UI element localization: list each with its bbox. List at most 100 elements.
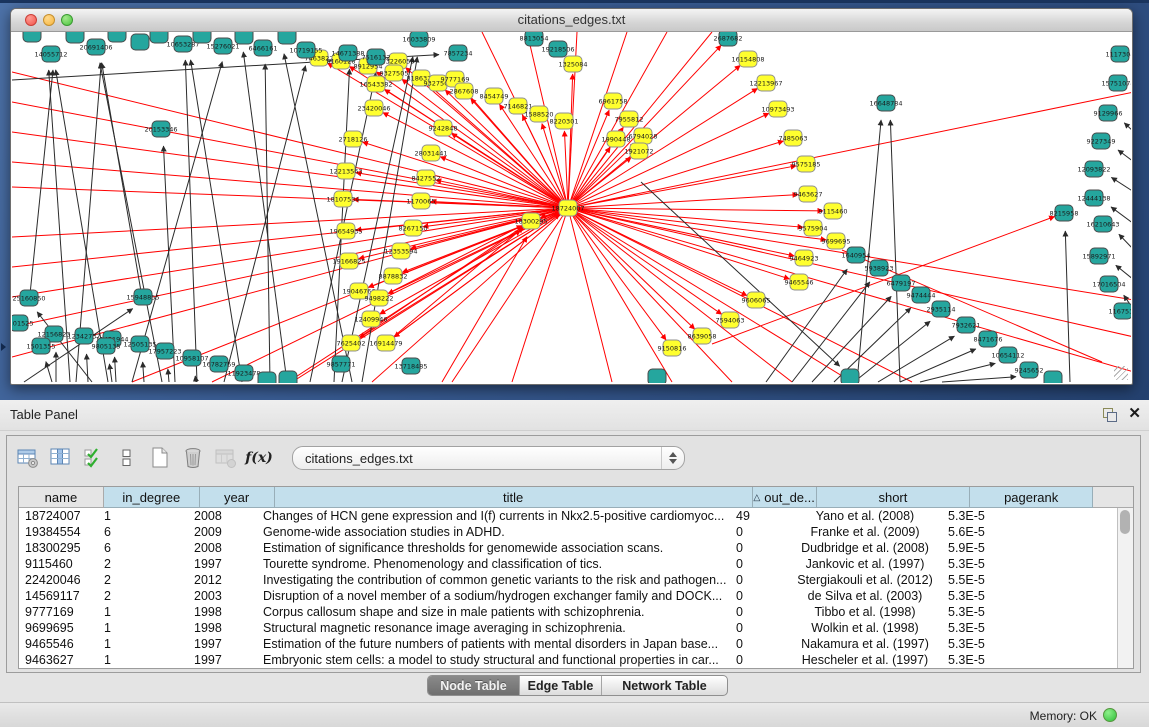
select-column-icon[interactable]: [48, 445, 74, 471]
tab-edge-table[interactable]: Edge Table: [520, 676, 602, 695]
graph-node[interactable]: 9575904: [799, 220, 828, 236]
table-settings-icon[interactable]: [15, 445, 41, 471]
table-row[interactable]: 977716911998Corpus callosum shape and si…: [19, 604, 1133, 620]
graph-node[interactable]: 9227349: [1087, 133, 1116, 149]
graph-node[interactable]: 10654112: [991, 347, 1024, 363]
graph-node[interactable]: 1167533: [1109, 303, 1131, 319]
delete-trash-icon[interactable]: [180, 445, 206, 471]
graph-node[interactable]: [193, 32, 211, 43]
graph-node[interactable]: [23, 32, 41, 42]
table-row[interactable]: 1938455462009Genome-wide association stu…: [19, 524, 1133, 540]
window-titlebar[interactable]: citations_edges.txt: [11, 9, 1132, 32]
graph-node[interactable]: 5101525: [12, 315, 33, 331]
graph-node[interactable]: [841, 369, 859, 383]
graph-node[interactable]: 19218506: [541, 41, 574, 57]
graph-node[interactable]: 8639058: [688, 328, 717, 344]
graph-node[interactable]: 9465546: [785, 274, 814, 290]
graph-node[interactable]: [1044, 371, 1062, 383]
graph-node[interactable]: 7932621: [952, 317, 981, 333]
graph-node[interactable]: 9857771: [327, 356, 356, 372]
graph-node[interactable]: 8427552: [412, 170, 441, 186]
graph-node[interactable]: 1117304: [1106, 46, 1131, 62]
graph-node[interactable]: 16914479: [369, 335, 402, 351]
graph-node[interactable]: 8471676: [974, 331, 1003, 347]
graph-node[interactable]: 7857234: [444, 45, 473, 61]
graph-node[interactable]: 6961758: [599, 93, 628, 109]
column-header-year[interactable]: year: [200, 487, 275, 508]
graph-node[interactable]: 2687682: [714, 32, 743, 46]
splitter-arrow-icon[interactable]: [1, 343, 6, 351]
graph-node[interactable]: 8813054: [520, 32, 549, 46]
graph-node[interactable]: 7955812: [615, 111, 644, 127]
column-header-title[interactable]: title: [275, 487, 753, 508]
graph-node[interactable]: [235, 32, 253, 44]
graph-node[interactable]: [258, 372, 276, 383]
graph-node[interactable]: 9150816: [658, 340, 687, 356]
network-view-window[interactable]: citations_edges.txt 18724007183002957463…: [10, 8, 1133, 385]
graph-node[interactable]: 16033809: [402, 32, 435, 47]
graph-node[interactable]: [648, 369, 666, 383]
scrollbar-thumb[interactable]: [1120, 510, 1130, 534]
graph-node[interactable]: 17016504: [1092, 276, 1125, 292]
graph-node[interactable]: 9245652: [1015, 362, 1044, 378]
graph-node[interactable]: 16154808: [731, 51, 764, 67]
table-row[interactable]: 1830029562008Estimation of significance …: [19, 540, 1133, 556]
graph-node[interactable]: [278, 32, 296, 44]
graph-node[interactable]: 16648784: [869, 95, 902, 111]
graph-node[interactable]: 16210643: [1086, 216, 1119, 232]
graph-node[interactable]: 28031441: [414, 145, 447, 161]
graph-node[interactable]: 7625402: [337, 335, 366, 351]
graph-node[interactable]: 9606065: [742, 292, 771, 308]
table-vertical-scrollbar[interactable]: [1117, 508, 1133, 668]
column-header-name[interactable]: name: [19, 487, 104, 508]
graph-node[interactable]: [108, 32, 126, 42]
graph-node[interactable]: 14055712: [34, 46, 67, 62]
graph-node[interactable]: 8215958: [1050, 205, 1079, 221]
graph-node[interactable]: 1325084: [559, 56, 588, 72]
graph-node[interactable]: 20153346: [144, 121, 177, 137]
column-header-pagerank[interactable]: pagerank: [970, 487, 1093, 508]
row-height-icon[interactable]: [114, 445, 140, 471]
table-row[interactable]: 946554611997Estimation of the future num…: [19, 636, 1133, 652]
graph-node[interactable]: 7485063: [779, 130, 808, 146]
graph-node[interactable]: 13718485: [394, 358, 427, 374]
network-canvas[interactable]: 1872400718300295746382281601288912954232…: [12, 32, 1131, 383]
table-row[interactable]: 1872400712008Changes of HCN gene express…: [19, 508, 1133, 524]
graph-node[interactable]: [279, 371, 297, 383]
tab-node-table[interactable]: Node Table: [428, 676, 520, 695]
graph-node[interactable]: 9699695: [822, 233, 851, 249]
table-row[interactable]: 1456911722003Disruption of a novel membe…: [19, 588, 1133, 604]
select-rows-icon[interactable]: [81, 445, 107, 471]
graph-node[interactable]: 9129966: [1094, 105, 1123, 121]
graph-node[interactable]: [66, 32, 84, 43]
tab-network-table[interactable]: Network Table: [602, 676, 727, 695]
table-row[interactable]: 2242004622012Investigating the contribut…: [19, 572, 1133, 588]
graph-node[interactable]: 8220301: [550, 113, 579, 129]
function-builder-button[interactable]: f(x): [246, 445, 272, 471]
graph-node[interactable]: [150, 32, 168, 43]
graph-node[interactable]: 8267150: [399, 220, 428, 236]
graph-node[interactable]: 18107534: [326, 191, 359, 207]
new-file-icon[interactable]: [147, 445, 173, 471]
graph-node[interactable]: 12213967: [749, 75, 782, 91]
column-header-in-degree[interactable]: in_degree: [104, 487, 200, 508]
table-row[interactable]: 969969511998Structural magnetic resonanc…: [19, 620, 1133, 636]
column-header-short[interactable]: short: [817, 487, 971, 508]
float-panel-icon[interactable]: [1103, 408, 1117, 422]
graph-node[interactable]: 6794028: [629, 128, 658, 144]
graph-node[interactable]: 6466161: [249, 40, 278, 56]
column-header-out-de-[interactable]: △out_de...: [753, 487, 817, 508]
table-row[interactable]: 946362711997Embryonic stem cells: a mode…: [19, 652, 1133, 668]
graph-node[interactable]: 9463627: [794, 186, 823, 202]
graph-node[interactable]: 15892971: [1082, 248, 1115, 264]
table-row[interactable]: 911546021997Tourette syndrome. Phenomeno…: [19, 556, 1133, 572]
graph-node[interactable]: 12213563: [329, 163, 362, 179]
graph-node[interactable]: 19654935: [329, 223, 362, 239]
close-panel-icon[interactable]: ✕: [1128, 404, 1141, 424]
graph-node[interactable]: 9115460: [819, 203, 848, 219]
graph-node[interactable]: 2935114: [927, 301, 956, 317]
graph-node[interactable]: 5938923: [865, 260, 894, 276]
graph-node[interactable]: 12444138: [1077, 190, 1110, 206]
table-select-dropdown[interactable]: citations_edges.txt: [292, 446, 685, 470]
graph-node[interactable]: [131, 34, 149, 50]
